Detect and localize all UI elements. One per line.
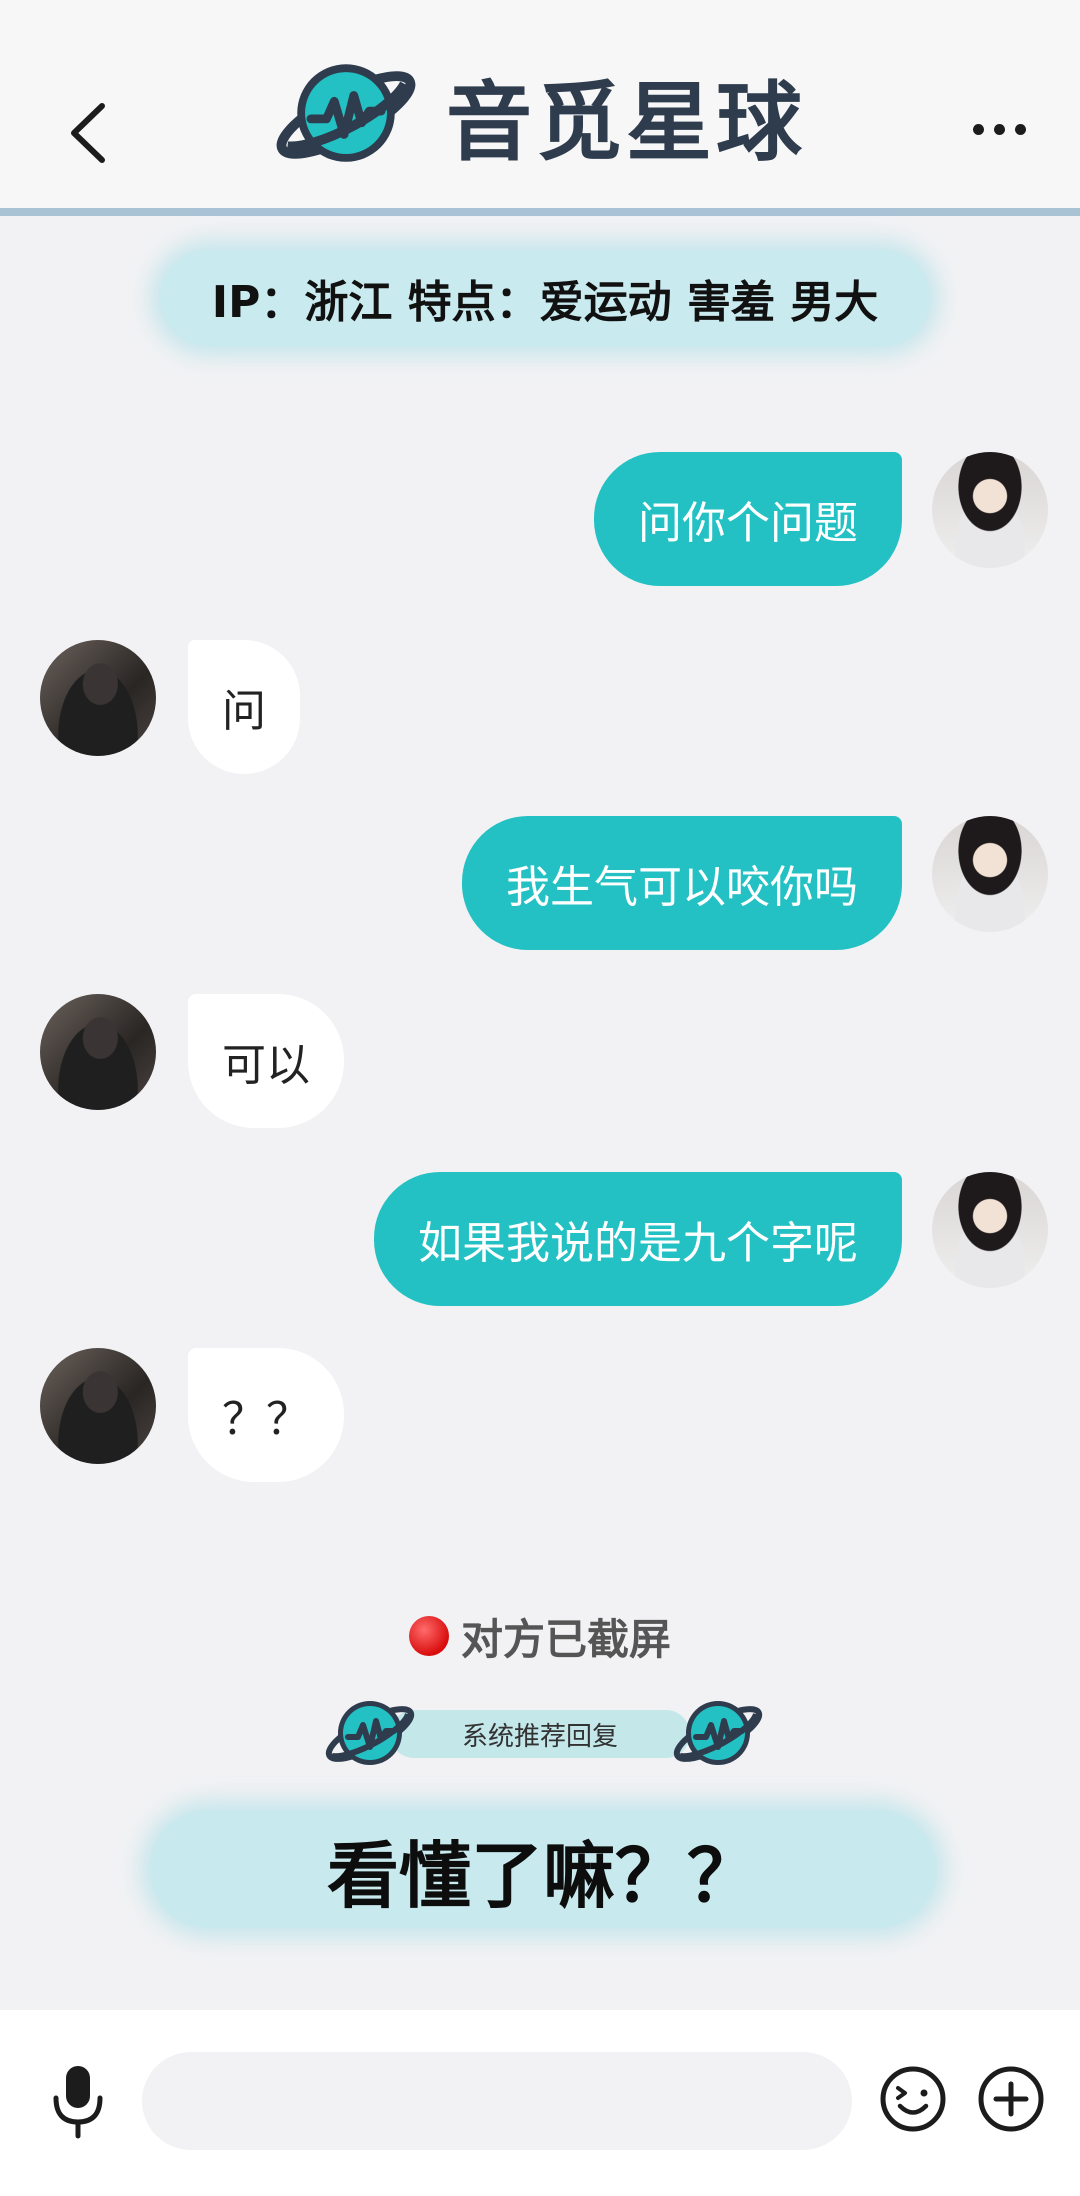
planet-logo-icon: [673, 1701, 763, 1765]
message-text: 问你个问题: [638, 498, 858, 549]
received-bubble[interactable]: ？？: [188, 1348, 344, 1482]
app-title: 音觅星球: [446, 72, 806, 173]
message-text: 可以: [222, 1040, 310, 1091]
contact-avatar[interactable]: [40, 1348, 156, 1464]
suggestion-label: 系统推荐回复: [390, 1710, 690, 1758]
planet-logo-icon: [276, 64, 416, 162]
message-text: 问: [222, 686, 266, 737]
back-button[interactable]: [58, 98, 118, 168]
sent-bubble[interactable]: 我生气可以咬你吗: [462, 816, 902, 950]
suggestion-header: 系统推荐回复: [320, 1688, 770, 1778]
screenshot-notice-text: 对方已截屏: [460, 1614, 671, 1664]
more-options-button[interactable]: [964, 104, 1034, 154]
planet-logo-icon: [325, 1701, 415, 1765]
received-bubble[interactable]: 可以: [188, 994, 344, 1128]
chevron-left-icon: [71, 103, 105, 163]
sent-bubble[interactable]: 问你个问题: [594, 452, 902, 586]
self-avatar[interactable]: [932, 452, 1048, 568]
input-bar: [0, 2010, 1080, 2196]
message-text: 我生气可以咬你吗: [506, 862, 858, 913]
message-text: 如果我说的是九个字呢: [418, 1218, 858, 1269]
ellipsis-icon: [972, 123, 984, 135]
plus-icon[interactable]: [976, 2064, 1046, 2134]
message-input[interactable]: [142, 2052, 852, 2150]
sent-bubble[interactable]: 如果我说的是九个字呢: [374, 1172, 902, 1306]
app-logo: 音觅星球: [268, 44, 806, 184]
profile-info-pill: IP：浙江 特点：爱运动 害羞 男大: [160, 250, 930, 346]
received-bubble[interactable]: 问: [188, 640, 300, 774]
top-nav-bar: 音觅星球: [0, 0, 1080, 212]
red-dot-icon: [408, 1616, 449, 1656]
mic-icon[interactable]: [46, 2060, 110, 2140]
screenshot-notice: 对方已截屏: [0, 1606, 1080, 1666]
self-avatar[interactable]: [932, 816, 1048, 932]
contact-avatar[interactable]: [40, 640, 156, 756]
header-divider: [0, 208, 1080, 216]
message-text: ？？: [222, 1394, 310, 1445]
emoji-icon[interactable]: [878, 2064, 948, 2134]
contact-avatar[interactable]: [40, 994, 156, 1110]
suggested-reply-button[interactable]: 看懂了嘛？？: [150, 1810, 936, 1928]
self-avatar[interactable]: [932, 1172, 1048, 1288]
